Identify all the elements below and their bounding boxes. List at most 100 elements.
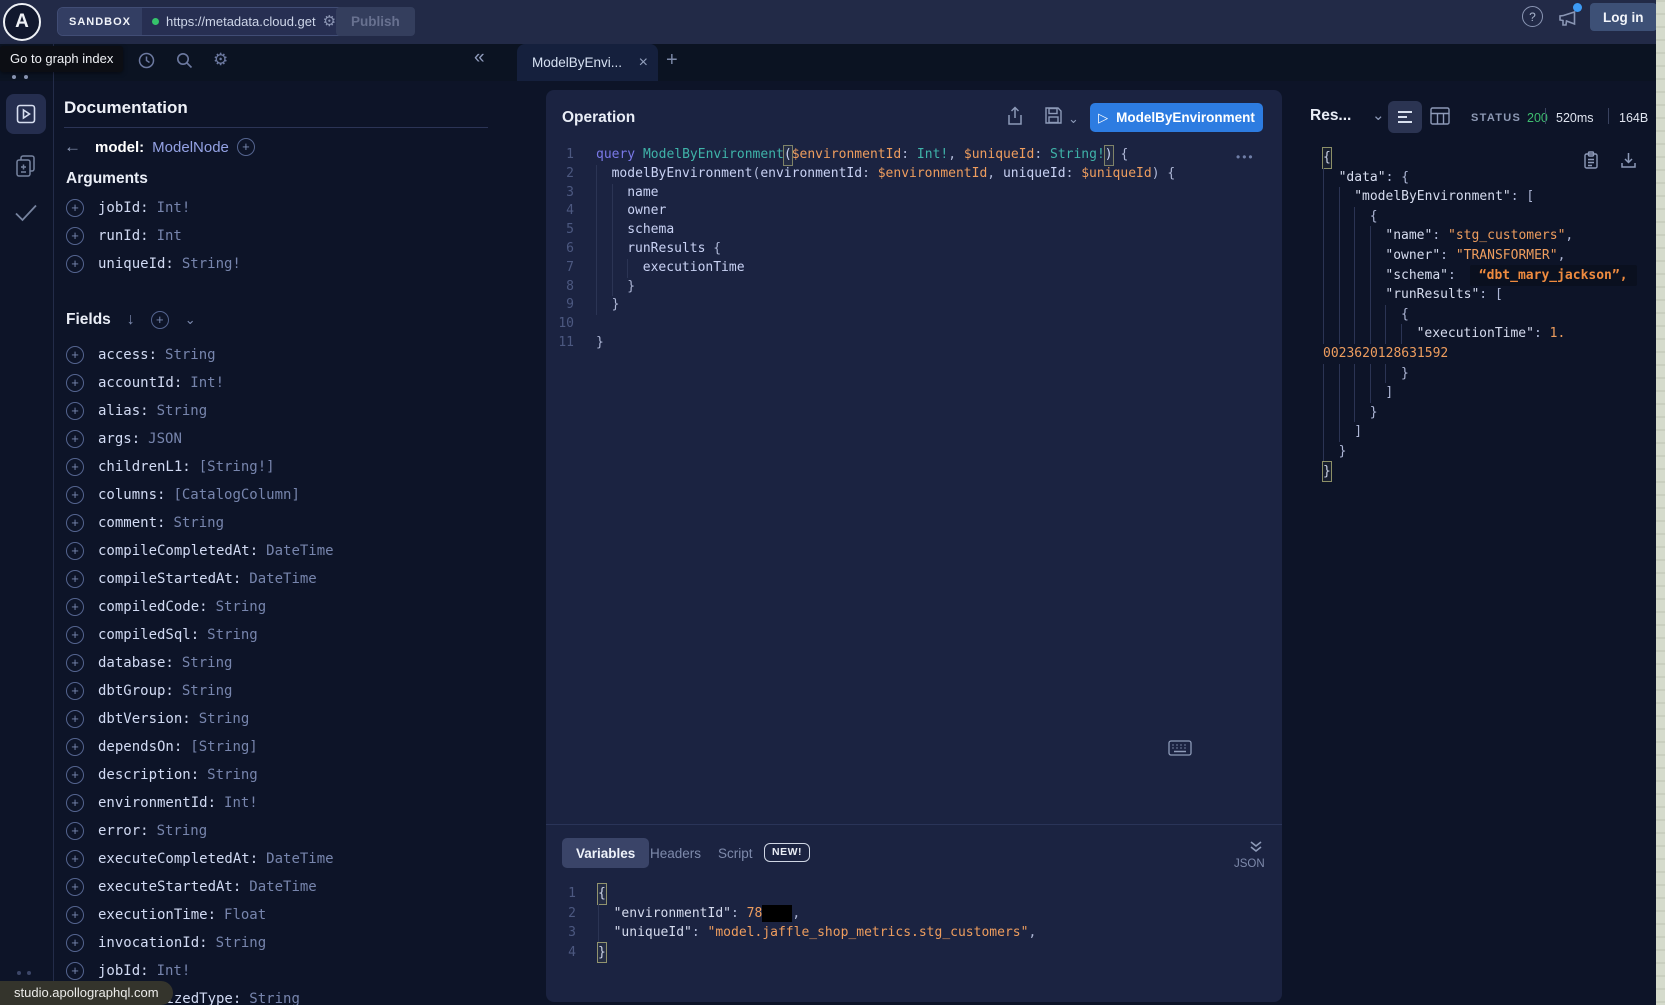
add-field-icon[interactable]: + [66,514,84,532]
field-type[interactable]: [String!] [199,459,275,475]
field-name[interactable]: compiledSql: [98,627,199,643]
scrollbar[interactable] [1656,0,1665,1005]
add-field-icon[interactable]: + [66,402,84,420]
add-field-icon[interactable]: + [66,570,84,588]
argument-name[interactable]: uniqueId: [98,256,174,272]
field-type[interactable]: String [207,767,258,783]
field-name[interactable]: access: [98,347,157,363]
add-argument-icon[interactable]: + [66,227,84,245]
endpoint-settings-icon[interactable]: ⚙ [323,14,336,29]
response-view-table-toggle[interactable] [1430,107,1450,125]
field-name[interactable]: childrenL1: [98,459,191,475]
field-name[interactable]: environmentId: [98,795,216,811]
save-icon[interactable] [1044,106,1063,125]
field-type[interactable]: String [216,935,267,951]
field-type[interactable]: Int! [190,375,224,391]
field-name[interactable]: invocationId: [98,935,208,951]
field-name[interactable]: dbtVersion: [98,711,191,727]
field-name[interactable]: alias: [98,403,149,419]
field-type[interactable]: String [165,347,216,363]
add-field-icon[interactable]: + [66,934,84,952]
operation-tab[interactable]: ModelByEnvi... × [517,44,658,81]
field-name[interactable]: compileCompletedAt: [98,543,258,559]
add-field-icon[interactable]: + [66,626,84,644]
field-name[interactable]: error: [98,823,149,839]
download-response-icon[interactable] [1620,151,1637,169]
argument-name[interactable]: jobId: [98,200,149,216]
field-type[interactable]: String [249,991,300,1005]
field-type[interactable]: String [207,627,258,643]
add-field-icon[interactable]: + [66,374,84,392]
field-name[interactable]: columns: [98,487,165,503]
announcements-icon[interactable] [1556,6,1580,30]
graph-index-icon[interactable] [24,75,28,79]
add-field-icon[interactable]: + [66,766,84,784]
field-type[interactable]: String [173,515,224,531]
sidebar-item-explorer[interactable] [6,94,46,134]
field-type[interactable]: DateTime [266,543,333,559]
field-type[interactable]: DateTime [249,879,316,895]
variables-editor[interactable]: {"environmentId": 78,"uniqueId": "model.… [598,884,1036,962]
field-type[interactable]: Int! [157,963,191,979]
sidebar-item-changes[interactable] [13,153,39,179]
add-all-fields-icon[interactable]: + [151,311,169,329]
add-field-icon[interactable]: + [66,738,84,756]
field-type[interactable]: String [182,655,233,671]
operation-editor[interactable]: query ModelByEnvironment($environmentId:… [596,146,1175,353]
field-type[interactable]: String [182,683,233,699]
field-type[interactable]: DateTime [249,571,316,587]
add-field-icon[interactable]: + [66,794,84,812]
save-options-chevron-icon[interactable]: ⌄ [1068,111,1079,127]
endpoint-url-field[interactable]: https://metadata.cloud.get ⚙ [142,8,346,35]
add-field-icon[interactable]: + [66,878,84,896]
field-name[interactable]: accountId: [98,375,182,391]
field-type[interactable]: Int! [224,795,258,811]
login-button[interactable]: Log in [1590,3,1657,31]
publish-button[interactable]: Publish [336,7,415,36]
keyboard-shortcuts-icon[interactable] [1168,740,1192,756]
field-type[interactable]: String [216,599,267,615]
tab-headers[interactable]: Headers [650,838,701,868]
response-json[interactable]: {"data": {"modelByEnvironment": [{"name"… [1296,148,1648,481]
help-icon[interactable]: ? [1522,6,1543,27]
field-name[interactable]: dependsOn: [98,739,182,755]
add-field-icon[interactable]: + [66,458,84,476]
field-name[interactable]: executionTime: [98,907,216,923]
add-field-icon[interactable]: + [66,542,84,560]
collapse-variables-icon[interactable] [1248,840,1264,854]
response-title[interactable]: Res... [1310,107,1351,125]
add-field-icon[interactable]: + [66,430,84,448]
add-argument-icon[interactable]: + [66,255,84,273]
apollo-logo-icon[interactable]: A [3,3,41,41]
field-name[interactable]: comment: [98,515,165,531]
copy-response-icon[interactable] [1583,151,1599,170]
graph-index-icon[interactable] [12,75,16,79]
response-dropdown-icon[interactable]: ⌄ [1372,106,1385,124]
response-view-raw-toggle[interactable] [1388,101,1422,133]
field-name[interactable]: executeStartedAt: [98,879,241,895]
field-name[interactable]: description: [98,767,199,783]
field-name[interactable]: jobId: [98,963,149,979]
field-type[interactable]: JSON [148,431,182,447]
field-type[interactable]: [CatalogColumn] [173,487,299,503]
add-field-icon[interactable]: + [66,346,84,364]
field-type[interactable]: Float [224,907,266,923]
field-name[interactable]: executeCompletedAt: [98,851,258,867]
chevron-down-icon[interactable]: ⌄ [185,312,196,328]
field-type[interactable]: String [199,711,250,727]
share-icon[interactable] [1006,106,1024,126]
run-operation-button[interactable]: ▷ ModelByEnvironment [1090,103,1263,132]
add-field-icon[interactable]: + [237,138,255,156]
argument-type[interactable]: Int! [157,200,191,216]
field-name[interactable]: args: [98,431,140,447]
sidebar-item-checks[interactable] [14,202,38,224]
add-field-icon[interactable]: + [66,710,84,728]
argument-name[interactable]: runId: [98,228,149,244]
endpoint-url[interactable]: https://metadata.cloud.get [166,14,316,29]
add-field-icon[interactable]: + [66,682,84,700]
argument-type[interactable]: Int [157,228,182,244]
settings-gear-icon[interactable]: ⚙ [213,50,228,70]
new-tab-button[interactable]: + [666,49,678,72]
collapse-sidebar-icon[interactable]: « [474,47,485,69]
crumb-type-link[interactable]: ModelNode [152,139,229,156]
